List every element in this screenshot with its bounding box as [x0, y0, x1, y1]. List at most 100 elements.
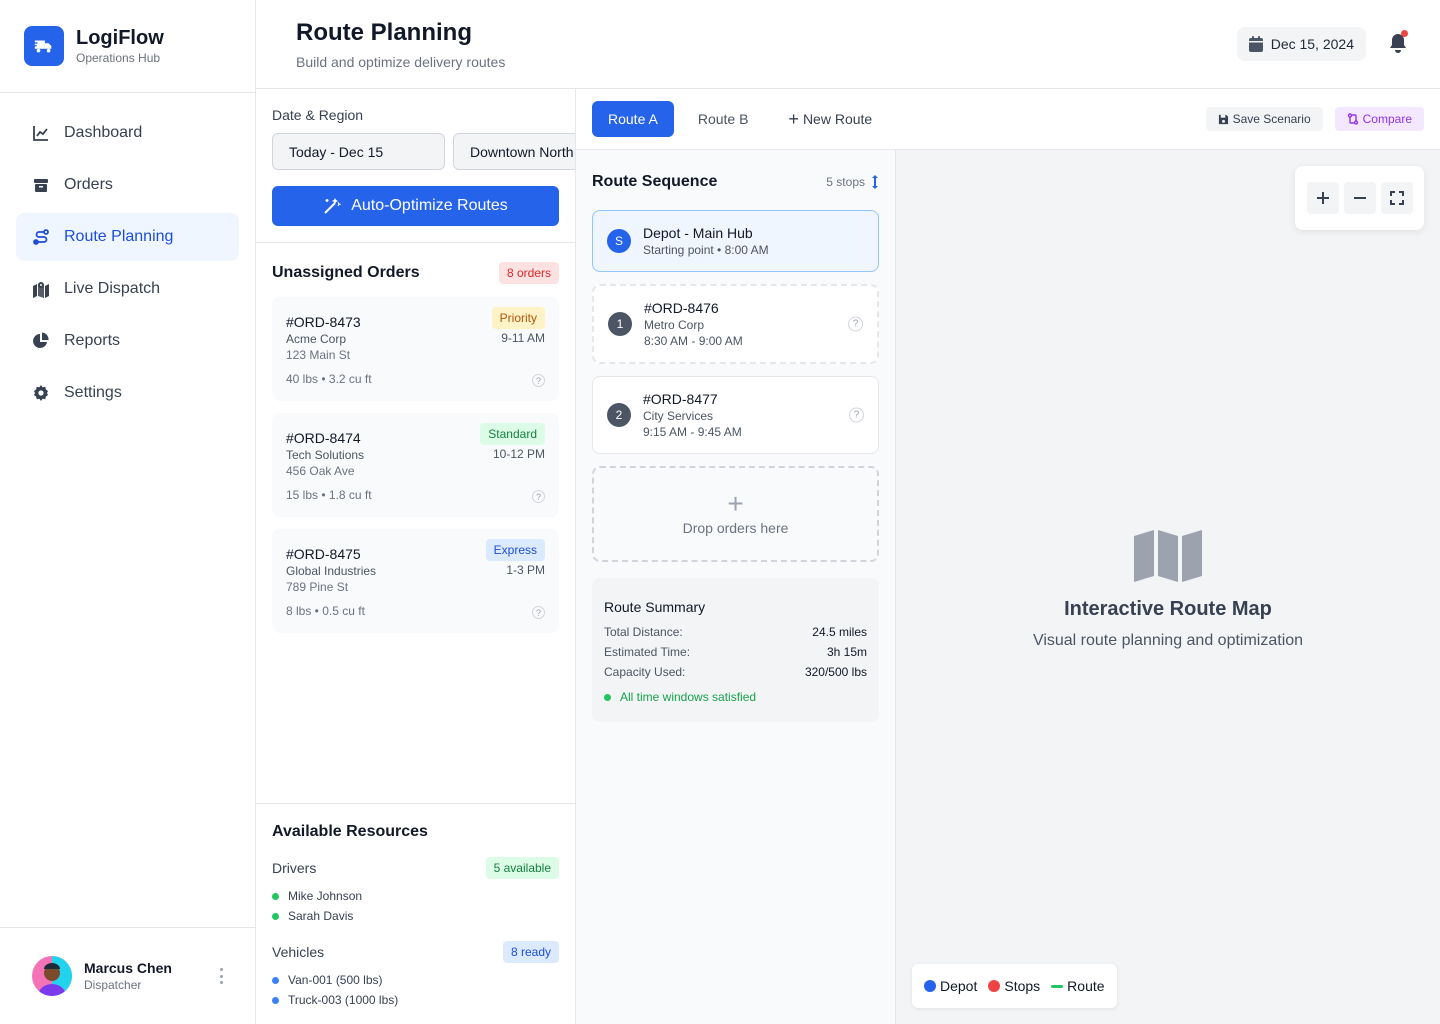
nav-item-settings[interactable]: Settings — [16, 369, 239, 417]
user-name: Marcus Chen — [84, 960, 172, 976]
summary-title: Route Summary — [604, 599, 706, 615]
bell-icon[interactable] — [1388, 30, 1410, 56]
stop-time-window: 8:30 AM - 9:00 AM — [644, 334, 743, 348]
brand-subtitle: Operations Hub — [76, 51, 161, 65]
depot-marker: S — [607, 229, 631, 253]
depot-title: Depot - Main Hub — [643, 225, 753, 241]
user-profile[interactable]: Marcus Chen Dispatcher — [0, 927, 255, 1024]
drivers-label: Drivers — [272, 860, 317, 876]
order-dropzone[interactable]: + Drop orders here — [592, 466, 879, 562]
express-badge: Express — [485, 539, 545, 561]
sort-stops-button[interactable]: 5 stops — [826, 175, 879, 189]
driver-name: Mike Johnson — [288, 889, 363, 903]
vehicles-label: Vehicles — [272, 944, 325, 960]
date-select[interactable]: Today - Dec 15 — [272, 133, 445, 170]
date-picker-button[interactable]: Dec 15, 2024 — [1236, 27, 1366, 61]
route-line-swatch — [1051, 984, 1064, 988]
legend-item-stops: Stops — [988, 978, 1040, 994]
auto-optimize-button[interactable]: Auto-Optimize Routes — [272, 186, 559, 226]
nav-item-dashboard[interactable]: Dashboard — [16, 109, 239, 157]
stop-order-id: #ORD-8477 — [643, 391, 718, 407]
route-stop[interactable]: 2 #ORD-8477 City Services 9:15 AM - 9:45… — [592, 376, 879, 454]
vehicle-item[interactable]: Truck-003 (1000 lbs) — [272, 990, 559, 1010]
route-tabs: Route A Route B + New Route Save Scenario… — [576, 89, 1440, 150]
depot-stop[interactable]: S Depot - Main Hub Starting point • 8:00… — [592, 210, 879, 272]
order-address: 123 Main St — [286, 348, 351, 362]
summary-label: Capacity Used: — [604, 665, 686, 679]
help-icon[interactable]: ? — [532, 490, 545, 503]
help-icon[interactable]: ? — [849, 407, 864, 423]
compare-button[interactable]: Compare — [1334, 107, 1424, 131]
driver-name: Sarah Davis — [288, 909, 354, 923]
map-title: Interactive Route Map — [1064, 598, 1272, 620]
driver-item[interactable]: Mike Johnson — [272, 886, 559, 906]
page-title: Route Planning — [296, 19, 472, 46]
fullscreen-button[interactable] — [1380, 182, 1413, 214]
order-meta: 8 lbs • 0.5 cu ft — [286, 604, 365, 618]
dropzone-label: Drop orders here — [682, 520, 789, 536]
avatar — [32, 956, 72, 996]
available-dot — [272, 892, 279, 900]
stop-number: 2 — [607, 403, 631, 427]
order-time-window: 10-12 PM — [492, 447, 545, 461]
summary-value: 3h 15m — [826, 645, 867, 659]
order-time-window: 9-11 AM — [501, 331, 545, 345]
order-card[interactable]: #ORD-8473 Acme Corp 123 Main St 40 lbs •… — [272, 297, 559, 401]
nav-item-reports[interactable]: Reports — [16, 317, 239, 365]
minus-icon — [1353, 197, 1366, 199]
date-region-label: Date & Region — [272, 107, 364, 123]
nav-item-orders[interactable]: Orders — [16, 161, 239, 209]
tab-route-b[interactable]: Route B — [682, 101, 765, 137]
nav-item-live-dispatch[interactable]: Live Dispatch — [16, 265, 239, 313]
available-dot — [272, 912, 279, 920]
order-address: 789 Pine St — [286, 580, 349, 594]
summary-row: Total Distance: 24.5 miles — [604, 622, 867, 642]
vehicles-badge: 8 ready — [502, 941, 559, 963]
save-scenario-button[interactable]: Save Scenario — [1205, 107, 1323, 131]
box-icon — [32, 176, 50, 194]
summary-label: Estimated Time: — [604, 645, 691, 659]
summary-label: Total Distance: — [604, 625, 683, 639]
route-map[interactable]: Interactive Route Map Visual route plann… — [896, 150, 1440, 1024]
tab-route-a[interactable]: Route A — [592, 101, 674, 137]
legend-label: Stops — [1004, 978, 1041, 994]
order-card[interactable]: #ORD-8474 Tech Solutions 456 Oak Ave 15 … — [272, 413, 559, 517]
nav-item-route-planning[interactable]: Route Planning — [16, 213, 239, 261]
order-card[interactable]: #ORD-8475 Global Industries 789 Pine St … — [272, 529, 559, 633]
more-vertical-icon[interactable] — [217, 968, 225, 984]
driver-item[interactable]: Sarah Davis — [272, 906, 559, 926]
vehicle-item[interactable]: Van-001 (500 lbs) — [272, 970, 559, 990]
summary-row: Capacity Used: 320/500 lbs — [604, 662, 867, 682]
route-sequence-panel: Route Sequence 5 stops S Depot - Main Hu… — [576, 150, 896, 1024]
route-summary: Route Summary Total Distance: 24.5 miles … — [592, 578, 879, 722]
stop-number: 1 — [608, 312, 632, 336]
stop-order-id: #ORD-8476 — [644, 300, 719, 316]
unassigned-orders-section: Unassigned Orders 8 orders #ORD-8473 Acm… — [256, 243, 575, 649]
available-resources-section: Available Resources Drivers 5 available … — [256, 803, 575, 1024]
zoom-out-button[interactable] — [1343, 182, 1376, 214]
expand-icon — [1389, 191, 1404, 205]
route-icon — [32, 228, 50, 246]
summary-status-text: All time windows satisfied — [620, 690, 757, 704]
help-icon[interactable]: ? — [848, 316, 863, 332]
summary-value: 320/500 lbs — [804, 665, 867, 679]
compare-icon — [1347, 113, 1358, 125]
auto-optimize-label: Auto-Optimize Routes — [351, 197, 508, 214]
region-select[interactable]: Downtown North — [453, 133, 575, 170]
new-route-button[interactable]: + New Route — [772, 101, 888, 137]
map-location-icon — [32, 280, 50, 298]
map-subtitle: Visual route planning and optimization — [1032, 632, 1304, 649]
status-dot — [604, 693, 611, 701]
map-placeholder: Interactive Route Map Visual route plann… — [896, 530, 1440, 651]
help-icon[interactable]: ? — [532, 606, 545, 619]
vehicle-dot — [272, 976, 279, 984]
orders-count-badge: 8 orders — [498, 262, 559, 284]
order-address: 456 Oak Ave — [286, 464, 355, 478]
stop-customer: City Services — [643, 409, 714, 423]
vehicle-name: Truck-003 (1000 lbs) — [288, 993, 399, 1007]
date-region-section: Date & Region Today - Dec 15 Downtown No… — [256, 89, 575, 243]
route-stop[interactable]: 1 #ORD-8476 Metro Corp 8:30 AM - 9:00 AM… — [592, 284, 879, 364]
help-icon[interactable]: ? — [532, 374, 545, 387]
zoom-in-button[interactable] — [1306, 182, 1339, 214]
map-zoom-controls — [1295, 166, 1424, 230]
